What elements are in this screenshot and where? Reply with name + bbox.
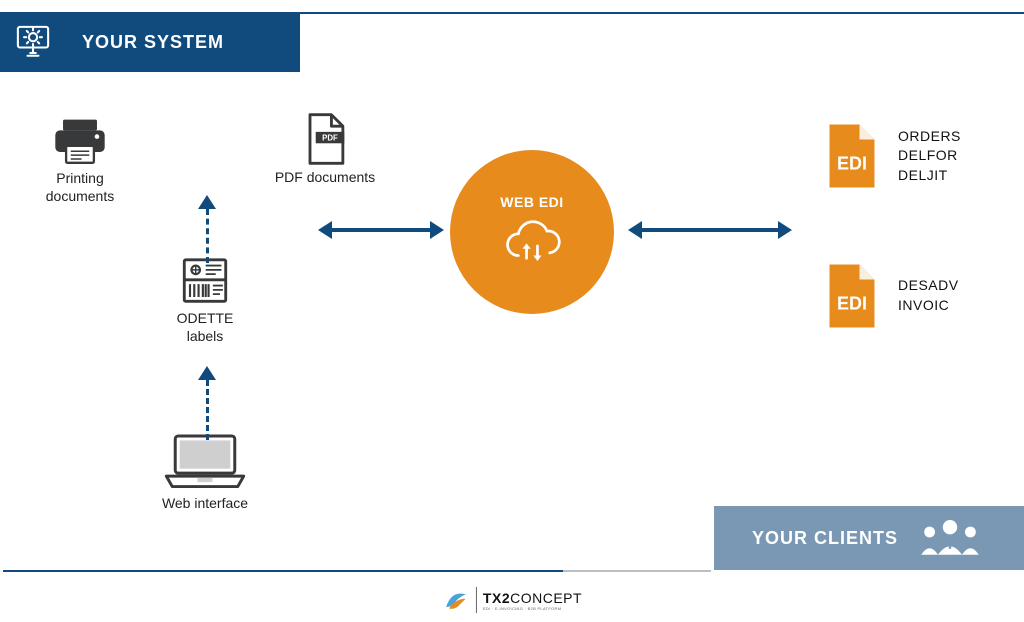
deljit-label: DELJIT xyxy=(898,166,961,186)
your-system-label: YOUR SYSTEM xyxy=(82,32,224,53)
printing-documents-node: Printing documents xyxy=(20,115,140,205)
web-edi-hub: WEB EDI xyxy=(450,150,614,314)
odette-labels-label: ODETTE labels xyxy=(160,309,250,345)
svg-text:PDF: PDF xyxy=(322,133,338,142)
edi-file-icon: EDI xyxy=(822,120,882,192)
brand-swirl-icon xyxy=(442,586,470,614)
dashed-up-arrow-icon xyxy=(198,195,216,263)
cloud-sync-icon xyxy=(498,218,566,270)
desadv-label: DESADV xyxy=(898,276,959,296)
printer-icon xyxy=(20,115,140,169)
bidirectional-arrow-icon xyxy=(640,228,780,232)
brand-divider xyxy=(476,587,477,613)
edi-inbound-labels: ORDERS DELFOR DELJIT xyxy=(898,127,961,186)
system-gear-icon xyxy=(10,19,56,65)
barcode-label-icon xyxy=(160,255,250,309)
people-icon xyxy=(914,516,986,560)
brand-footer: TX2CONCEPT EDI · E-INVOICING · B2B PLATF… xyxy=(442,586,582,614)
bottom-rule xyxy=(0,570,1024,572)
brand-name: TX2CONCEPT EDI · E-INVOICING · B2B PLATF… xyxy=(483,590,582,611)
edi-inbound-docs: EDI ORDERS DELFOR DELJIT xyxy=(822,120,961,192)
edi-outbound-docs: EDI DESADV INVOIC xyxy=(822,260,959,332)
svg-text:EDI: EDI xyxy=(837,294,867,314)
invoic-label: INVOIC xyxy=(898,296,959,316)
your-clients-banner: YOUR CLIENTS xyxy=(714,506,1024,570)
edi-outbound-labels: DESADV INVOIC xyxy=(898,276,959,315)
pdf-icon: PDF xyxy=(245,110,405,168)
orders-label: ORDERS xyxy=(898,127,961,147)
edi-file-icon: EDI xyxy=(822,260,882,332)
svg-text:EDI: EDI xyxy=(837,154,867,174)
bidirectional-arrow-icon xyxy=(330,228,432,232)
web-edi-label: WEB EDI xyxy=(500,194,563,210)
odette-labels-node: ODETTE labels xyxy=(160,255,250,345)
pdf-documents-node: PDF PDF documents xyxy=(245,110,405,186)
delfor-label: DELFOR xyxy=(898,146,961,166)
your-system-banner: YOUR SYSTEM xyxy=(0,12,300,72)
dashed-up-arrow-icon xyxy=(198,366,216,440)
pdf-documents-label: PDF documents xyxy=(245,168,405,186)
printing-documents-label: Printing documents xyxy=(20,169,140,205)
web-interface-label: Web interface xyxy=(150,494,260,512)
your-clients-label: YOUR CLIENTS xyxy=(752,528,898,549)
top-rule xyxy=(300,12,1024,14)
web-interface-node: Web interface xyxy=(150,430,260,512)
